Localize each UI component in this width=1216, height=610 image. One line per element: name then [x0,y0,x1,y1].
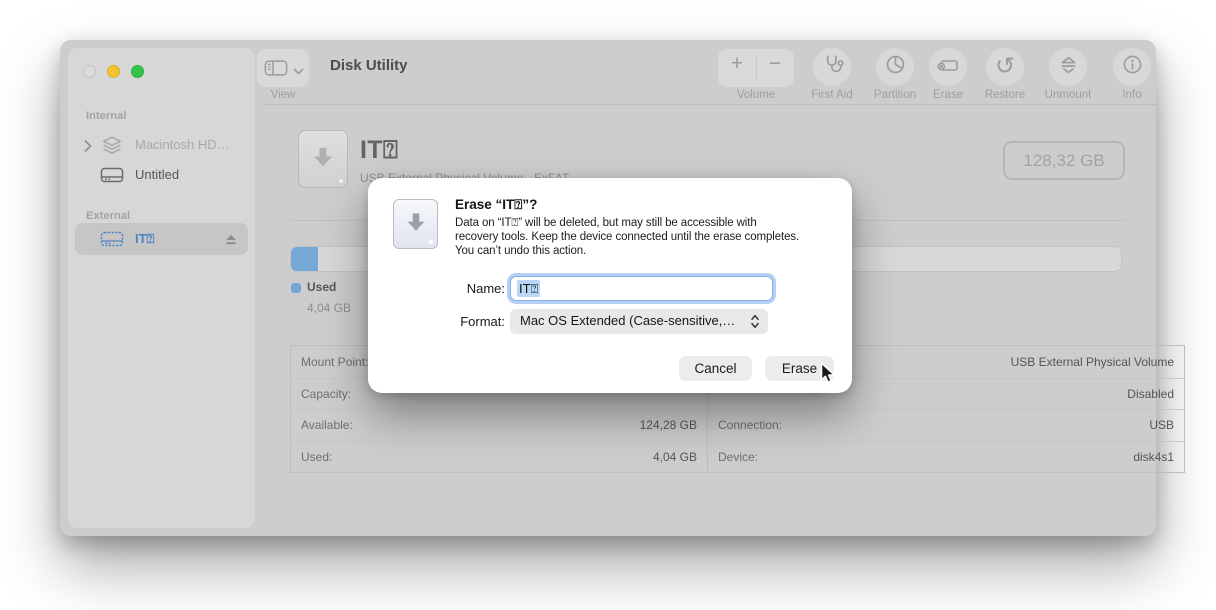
info-icon [1121,53,1144,81]
dialog-body-line: recovery tools. Keep the device connecte… [455,231,799,243]
sidebar-item-untitled[interactable]: Untitled [75,160,248,190]
used-legend-value: 4,04 GB [307,301,351,315]
dialog-body-line: You can’t undo this action. [455,245,586,257]
restore-arrow-icon: ↺ [995,57,1015,77]
unmount-button[interactable] [1049,48,1087,86]
first-aid-button[interactable] [813,48,851,86]
format-dropdown-value: Mac OS Extended (Case-sensitive,… [520,313,735,328]
view-button[interactable] [257,49,309,87]
zoom-window-button[interactable] [131,65,144,78]
table-row: Used:4,04 GB [291,441,707,473]
table-row: Connection:USB [708,409,1184,441]
sidebar: Internal Macintosh HD… Untitled External… [68,48,255,528]
unmount-eject-icon [1057,53,1080,81]
up-down-chevrons-icon [750,313,760,335]
stethoscope-icon [821,53,844,81]
sidebar-section-internal: Internal [86,110,127,122]
window-title: Disk Utility [330,57,408,74]
erase-toolbar-button[interactable] [929,48,967,86]
chevron-down-icon [293,63,304,81]
close-window-button[interactable] [83,65,96,78]
cancel-button[interactable]: Cancel [679,356,752,381]
restore-button[interactable]: ↺ [986,48,1024,86]
sidebar-section-external: External [86,210,130,222]
sidebar-item-label: Untitled [135,167,179,182]
name-input[interactable]: IT⍰ [510,276,773,301]
volume-add-remove-group: + − [718,49,794,87]
mouse-cursor [816,360,838,391]
partition-button[interactable] [876,48,914,86]
sidebar-toggle-icon [264,58,288,83]
capacity-bar-used-segment [291,247,318,271]
info-label: Info [1090,89,1174,101]
volume-group-label: Volume [714,89,798,101]
external-drive-icon [100,230,124,253]
table-row: Available:124,28 GB [291,409,707,441]
erase-dialog: Erase “IT⍰”? Data on “IT⍰” will be delet… [368,178,852,393]
chevron-right-icon[interactable] [84,139,92,157]
erase-drive-icon [936,53,960,82]
sidebar-item-macintosh-hd[interactable]: Macintosh HD… [75,130,248,160]
dialog-body-line: Data on “IT⍰” will be deleted, but may s… [455,217,757,230]
toolbar-divider [263,104,1156,105]
used-legend-label: Used [307,280,336,294]
dialog-title: Erase “IT⍰”? [455,197,537,213]
capacity-badge: 128,32 GB [1003,141,1125,180]
layers-icon [100,134,124,161]
format-field-label: Format: [398,314,505,329]
table-row: Device:disk4s1 [708,441,1184,473]
info-button[interactable] [1113,48,1151,86]
eject-icon[interactable] [224,233,238,251]
name-input-value: IT⍰ [517,280,540,297]
pie-chart-icon [884,53,907,81]
sidebar-item-label: IT⍰ [135,231,154,247]
minimize-window-button[interactable] [107,65,120,78]
used-legend-swatch [291,283,301,293]
volume-drive-icon [298,130,348,188]
remove-volume-button[interactable]: − [756,52,794,76]
internal-drive-icon [100,166,124,189]
view-button-label: View [241,89,325,101]
add-volume-button[interactable]: + [718,52,756,76]
sidebar-item-it[interactable]: IT⍰ [75,223,248,255]
sidebar-item-label: Macintosh HD… [135,137,230,152]
volume-title: IT⍰ [360,136,398,165]
dialog-drive-icon [393,199,438,249]
disk-utility-window: Internal Macintosh HD… Untitled External… [60,40,1156,536]
name-field-label: Name: [398,281,505,296]
format-dropdown[interactable]: Mac OS Extended (Case-sensitive,… [510,309,768,334]
